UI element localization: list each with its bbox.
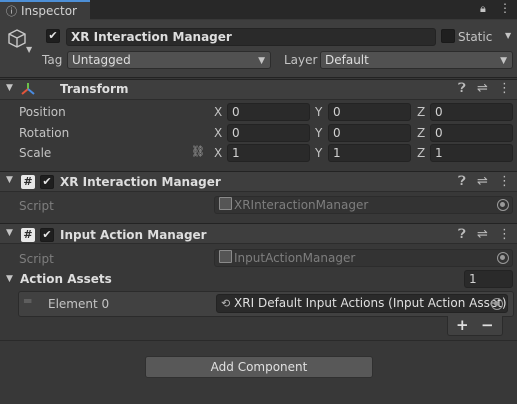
preset-icon[interactable]: ⇌ (477, 174, 488, 190)
scale-y-label[interactable]: Y (315, 145, 322, 161)
xr-manager-title: XR Interaction Manager (60, 175, 221, 189)
rotation-y-label[interactable]: Y (315, 125, 322, 141)
element-0-field[interactable]: ⟲ XRI Default Input Actions (Input Actio… (216, 294, 508, 313)
remove-element-button[interactable]: − (481, 316, 494, 334)
cube-icon (8, 29, 26, 48)
icon-dropdown-arrow[interactable]: ▼ (26, 45, 32, 54)
fold-arrow-icon[interactable]: ▼ (6, 228, 13, 238)
static-dropdown-arrow[interactable]: ▼ (505, 31, 511, 40)
scale-label: Scale (19, 146, 52, 160)
inspector-tab-icon: ⓘ (6, 5, 17, 18)
input-manager-title: Input Action Manager (60, 228, 207, 242)
xr-script-value: XRInteractionManager (234, 198, 369, 212)
script-file-icon (219, 250, 232, 263)
rotation-x-label[interactable]: X (214, 125, 222, 141)
static-checkbox[interactable] (441, 29, 455, 43)
layer-value: Default (325, 53, 369, 67)
add-element-button[interactable]: + (456, 316, 469, 334)
more-icon[interactable]: ⋮ (498, 174, 511, 190)
transform-title: Transform (60, 82, 129, 96)
rotation-label: Rotation (19, 126, 70, 140)
object-picker-icon (497, 252, 509, 264)
xr-script-label: Script (19, 199, 54, 213)
position-x-label[interactable]: X (214, 104, 222, 120)
fold-arrow-icon[interactable]: ▼ (6, 175, 13, 185)
scale-x-label[interactable]: X (214, 145, 222, 161)
position-y-label[interactable]: Y (315, 104, 322, 120)
script-hash-icon: # (21, 175, 35, 189)
reorder-handle-icon[interactable]: ═ (24, 294, 31, 308)
action-assets-label[interactable]: Action Assets (20, 271, 112, 287)
script-hash-icon: # (21, 228, 35, 242)
input-script-value: InputActionManager (234, 251, 356, 265)
fold-arrow-icon[interactable]: ▼ (6, 274, 13, 284)
rotation-y-field[interactable]: 0 (328, 124, 411, 142)
preset-icon[interactable]: ⇌ (477, 227, 488, 243)
tag-label: Tag (42, 53, 63, 67)
preset-icon[interactable]: ⇌ (477, 81, 488, 97)
menu-icon[interactable]: ⋮ (499, 1, 511, 15)
tag-value: Untagged (72, 53, 131, 67)
constrain-proportions-icon[interactable]: ⛓︎ (191, 145, 205, 158)
transform-icon (21, 83, 35, 95)
rotation-x-field[interactable]: 0 (227, 124, 310, 142)
action-assets-count-field[interactable]: 1 (464, 270, 513, 288)
active-checkbox[interactable]: ✔ (46, 29, 60, 43)
position-x-field[interactable]: 0 (227, 103, 310, 121)
fold-arrow-icon[interactable]: ▼ (6, 83, 13, 93)
scale-y-field[interactable]: 1 (328, 144, 411, 162)
lock-icon[interactable]: 🔒︎ (480, 2, 486, 16)
scale-x-field[interactable]: 1 (227, 144, 310, 162)
position-z-field[interactable]: 0 (430, 103, 513, 121)
input-action-asset-icon: ⟲ (221, 297, 231, 310)
help-icon[interactable]: ❓︎ (458, 81, 466, 97)
tag-dropdown[interactable]: Untagged ▼ (67, 51, 271, 69)
help-icon[interactable]: ❓︎ (458, 174, 466, 190)
element-0-label: Element 0 (48, 297, 110, 311)
add-component-button[interactable]: Add Component (145, 356, 373, 378)
tab-inspector[interactable]: ⓘ Inspector (0, 0, 90, 20)
object-picker-icon[interactable] (491, 298, 503, 310)
layer-dropdown[interactable]: Default ▼ (320, 51, 513, 69)
element-0-value: XRI Default Input Actions (Input Action … (234, 296, 507, 310)
input-script-label: Script (19, 252, 54, 266)
tab-title: Inspector (21, 4, 77, 18)
scale-z-label[interactable]: Z (417, 145, 425, 161)
divider (0, 340, 517, 341)
input-manager-enabled-checkbox[interactable]: ✔ (40, 228, 54, 242)
layer-label: Layer (284, 53, 318, 67)
position-label: Position (19, 105, 66, 119)
scale-z-field[interactable]: 1 (430, 144, 513, 162)
help-icon[interactable]: ❓︎ (458, 227, 466, 243)
static-label: Static (458, 30, 493, 44)
chevron-down-icon: ▼ (258, 56, 265, 66)
script-file-icon (219, 197, 232, 210)
more-icon[interactable]: ⋮ (498, 81, 511, 97)
more-icon[interactable]: ⋮ (498, 227, 511, 243)
object-picker-icon (497, 199, 509, 211)
gameobject-name-field[interactable]: XR Interaction Manager (66, 28, 436, 46)
gameobject-name: XR Interaction Manager (71, 30, 232, 44)
position-z-label[interactable]: Z (417, 104, 425, 120)
xr-script-field: XRInteractionManager (214, 196, 513, 214)
input-script-field: InputActionManager (214, 249, 513, 267)
xr-manager-enabled-checkbox[interactable]: ✔ (40, 175, 54, 189)
chevron-down-icon: ▼ (500, 56, 507, 66)
position-y-field[interactable]: 0 (328, 103, 411, 121)
rotation-z-field[interactable]: 0 (430, 124, 513, 142)
rotation-z-label[interactable]: Z (417, 125, 425, 141)
